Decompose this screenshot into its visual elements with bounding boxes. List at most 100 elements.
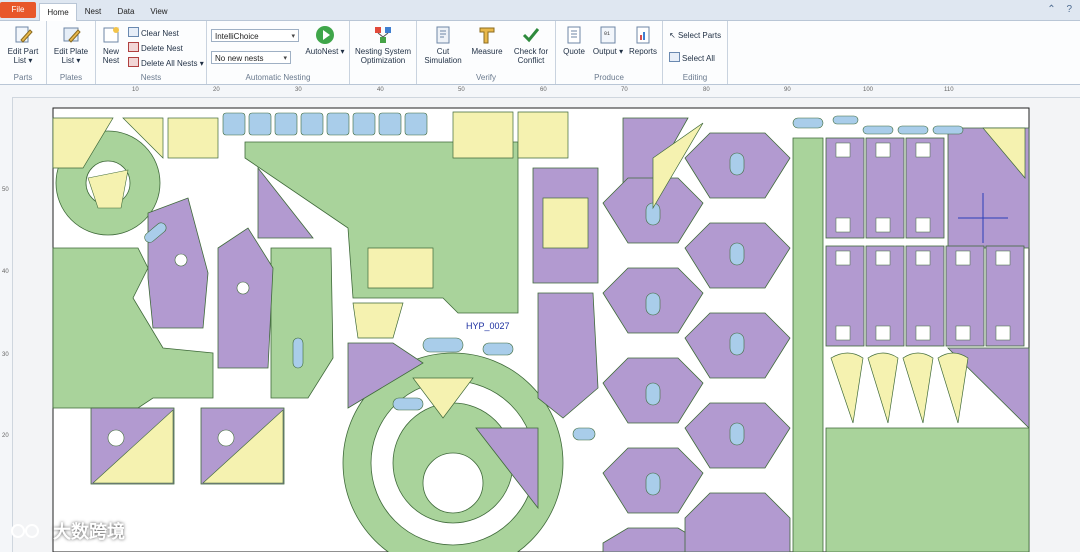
- window-controls: ⌃ ?: [1047, 4, 1072, 15]
- measure-label: Measure: [471, 47, 503, 56]
- ruler-label: 10: [132, 87, 139, 93]
- edit-plate-list-button[interactable]: Edit Plate List ▾: [49, 25, 93, 65]
- delete-all-nests-label: Delete All Nests: [141, 59, 198, 68]
- output-button[interactable]: 01 Output ▾: [592, 25, 624, 56]
- group-verify: Cut Simulation Measure Check for Conflic…: [417, 21, 556, 84]
- clear-nest-label: Clear Nest: [141, 29, 179, 38]
- watermark: 大数跨境: [10, 518, 125, 544]
- measure-button[interactable]: Measure: [467, 25, 507, 56]
- reports-button[interactable]: Reports: [626, 25, 660, 56]
- edit-part-list-button[interactable]: Edit Part List ▾: [2, 25, 44, 65]
- group-label-produce: Produce: [594, 73, 624, 82]
- tab-data[interactable]: Data: [112, 3, 140, 20]
- ruler-label: 30: [295, 87, 302, 93]
- delete-all-nests-icon: [128, 57, 139, 67]
- ribbon: Edit Part List ▾ Parts Edit Plate List ▾…: [0, 21, 1080, 85]
- output-icon: 01: [600, 26, 616, 44]
- ruler-label: 40: [2, 269, 9, 275]
- group-label-nests: Nests: [140, 73, 162, 82]
- select-all-label: Select All: [682, 54, 715, 63]
- chevron-down-icon: ▾: [291, 33, 295, 40]
- cursor-icon: ↖: [669, 31, 676, 40]
- select-all-button[interactable]: Select All: [669, 52, 715, 63]
- nest-part[interactable]: [792, 137, 824, 552]
- group-nests: New Nest Clear Nest Delete Nest Delete A…: [96, 21, 207, 84]
- ruler-label: 30: [2, 352, 9, 358]
- nesting-strategy-select[interactable]: IntelliChoice ▾: [211, 29, 299, 42]
- edit-plate-list-icon: [63, 27, 81, 43]
- group-label-automatic-nesting: Automatic Nesting: [245, 73, 311, 82]
- ruler-label: 20: [2, 433, 9, 439]
- select-all-icon: [669, 52, 680, 62]
- nest-canvas[interactable]: HYP_0027: [13, 98, 1080, 552]
- group-label-plates: Plates: [59, 73, 83, 82]
- select-parts-button[interactable]: ↖ Select Parts: [669, 31, 721, 40]
- nesting-system-optimization-button[interactable]: Nesting System Optimization: [352, 25, 414, 65]
- check-for-conflict-icon: [522, 28, 540, 43]
- group-plates: Edit Plate List ▾ Plates: [47, 21, 96, 84]
- tab-view[interactable]: View: [145, 3, 173, 20]
- quote-button[interactable]: Quote: [558, 25, 590, 56]
- edit-part-list-icon: [15, 26, 33, 43]
- optimization-icon: [375, 27, 391, 43]
- group-optimization: Nesting System Optimization: [350, 21, 417, 84]
- minimize-ribbon-icon[interactable]: ⌃: [1047, 4, 1055, 15]
- new-nest-button[interactable]: New Nest: [98, 25, 124, 65]
- ruler-label: 100: [863, 87, 874, 93]
- delete-nest-icon: [128, 42, 139, 52]
- check-for-conflict-label: Check for Conflict: [513, 47, 549, 65]
- chevron-down-icon: ▾: [283, 55, 287, 62]
- watermark-text: 大数跨境: [53, 522, 126, 542]
- nests-select[interactable]: No new nests ▾: [211, 51, 291, 64]
- nest-part[interactable]: [825, 427, 1030, 552]
- nesting-system-optimization-label: Nesting System Optimization: [354, 47, 412, 65]
- group-label-parts: Parts: [13, 73, 33, 82]
- group-label-verify: Verify: [475, 73, 496, 82]
- nest-part[interactable]: [684, 492, 791, 552]
- ruler-label: 20: [213, 87, 220, 93]
- watermark-logo-icon: [11, 524, 39, 538]
- output-label: Output: [592, 47, 617, 56]
- group-label-editing: Editing: [682, 73, 708, 82]
- ruler-label: 70: [621, 87, 628, 93]
- cut-simulation-button[interactable]: Cut Simulation: [421, 25, 465, 65]
- select-parts-label: Select Parts: [677, 31, 722, 40]
- group-produce: Quote 01 Output ▾ Reports Produce: [556, 21, 663, 84]
- new-nest-icon: [103, 27, 119, 43]
- autonest-play-icon: [316, 26, 334, 44]
- tab-home[interactable]: Home: [39, 3, 77, 21]
- tab-nest[interactable]: Nest: [80, 3, 106, 20]
- ruler-label: 90: [784, 87, 791, 93]
- clear-nest-button[interactable]: Clear Nest: [128, 27, 179, 38]
- ruler-label: 50: [458, 87, 465, 93]
- nests-value: No new nests: [215, 54, 264, 63]
- delete-all-nests-button[interactable]: Delete All Nests ▾: [128, 57, 204, 68]
- reports-label: Reports: [628, 47, 657, 56]
- quote-label: Quote: [563, 47, 585, 56]
- svg-text:01: 01: [604, 31, 610, 37]
- delete-nest-button[interactable]: Delete Nest: [128, 42, 183, 53]
- ruler-label: 80: [703, 87, 710, 93]
- group-automatic-nesting: IntelliChoice ▾ No new nests ▾ AutoNest ▾ …: [207, 21, 350, 84]
- cut-simulation-icon: [436, 26, 450, 44]
- reports-icon: [636, 26, 650, 44]
- quote-icon: [567, 26, 581, 44]
- ruler-label: 110: [944, 87, 954, 93]
- tab-file[interactable]: File: [0, 2, 36, 18]
- horizontal-ruler: 10 20 30 40 50 60 70 80 90 100 110: [0, 85, 1080, 98]
- cut-simulation-label: Cut Simulation: [424, 47, 462, 65]
- nesting-strategy-value: IntelliChoice: [215, 32, 259, 41]
- group-parts: Edit Part List ▾ Parts: [0, 21, 47, 84]
- vertical-ruler: 50 40 30 20: [0, 97, 13, 552]
- edit-plate-list-label: Edit Plate List: [53, 47, 89, 65]
- ruler-label: 50: [2, 187, 9, 193]
- clear-nest-icon: [128, 27, 139, 37]
- autonest-button[interactable]: AutoNest ▾: [303, 25, 347, 56]
- autonest-label: AutoNest: [305, 47, 339, 56]
- help-icon[interactable]: ?: [1066, 4, 1072, 15]
- ruler-label: 40: [377, 87, 384, 93]
- part-label: HYP_0027: [466, 321, 510, 331]
- group-editing: ↖ Select Parts Select All Editing: [663, 21, 728, 84]
- check-for-conflict-button[interactable]: Check for Conflict: [509, 25, 553, 65]
- nest-drawing: HYP_0027: [52, 107, 1030, 552]
